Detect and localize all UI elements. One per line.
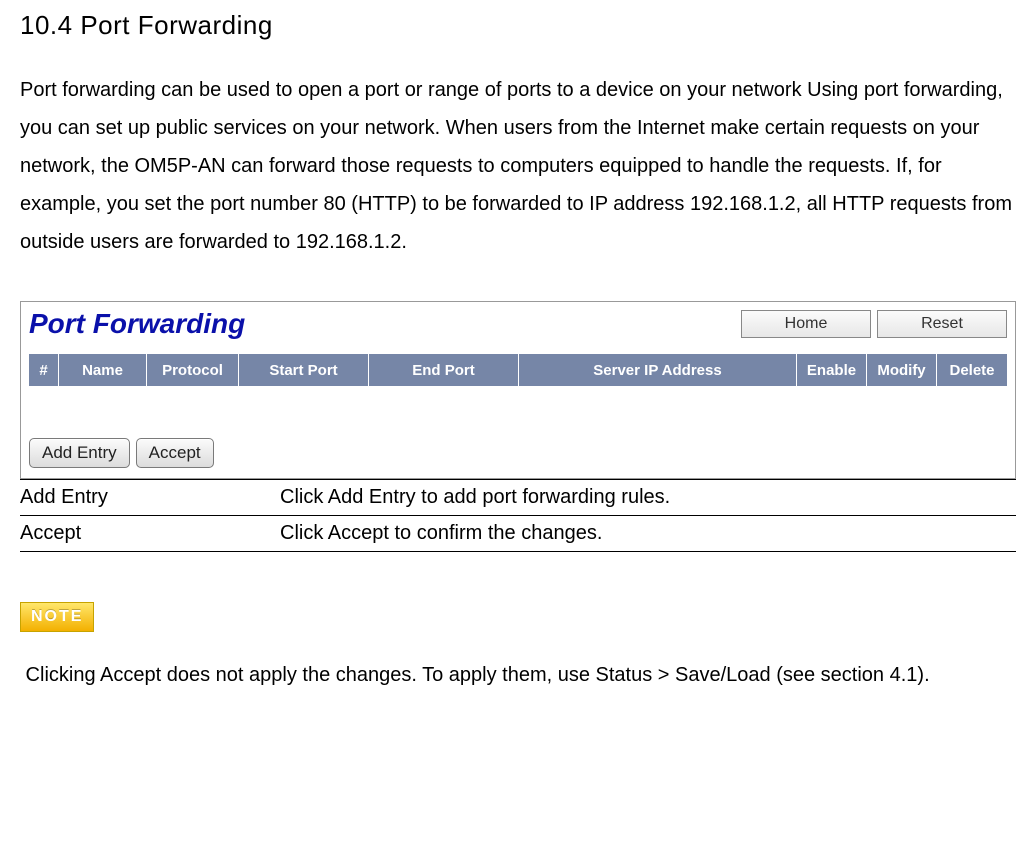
definition-row: Accept Click Accept to confirm the chang…: [20, 516, 1016, 552]
col-header-ip: Server IP Address: [519, 354, 797, 386]
body-text: Port forwarding can be used to open a po…: [20, 71, 1016, 261]
section-title: 10.4 Port Forwarding: [20, 10, 1016, 41]
col-header-modify: Modify: [867, 354, 937, 386]
col-header-num: #: [29, 354, 59, 386]
panel-title: Port Forwarding: [29, 308, 245, 340]
col-header-enable: Enable: [797, 354, 867, 386]
accept-button[interactable]: Accept: [136, 438, 214, 468]
note-text: Clicking Accept does not apply the chang…: [20, 656, 1016, 694]
table-body-empty: [29, 386, 1007, 434]
home-button[interactable]: Home: [741, 310, 871, 338]
definition-desc: Click Add Entry to add port forwarding r…: [280, 486, 1016, 509]
reset-button[interactable]: Reset: [877, 310, 1007, 338]
col-header-end: End Port: [369, 354, 519, 386]
definition-term: Add Entry: [20, 486, 280, 509]
add-entry-button[interactable]: Add Entry: [29, 438, 130, 468]
definition-term: Accept: [20, 522, 280, 545]
port-forwarding-panel: Port Forwarding Home Reset # Name Protoc…: [20, 301, 1016, 479]
definition-row: Add Entry Click Add Entry to add port fo…: [20, 480, 1016, 516]
col-header-start: Start Port: [239, 354, 369, 386]
table-header-row: # Name Protocol Start Port End Port Serv…: [29, 354, 1007, 386]
definition-desc: Click Accept to confirm the changes.: [280, 522, 1016, 545]
definitions-table: Add Entry Click Add Entry to add port fo…: [20, 479, 1016, 552]
col-header-name: Name: [59, 354, 147, 386]
note-tag: NOTE: [20, 602, 94, 632]
col-header-proto: Protocol: [147, 354, 239, 386]
col-header-delete: Delete: [937, 354, 1007, 386]
